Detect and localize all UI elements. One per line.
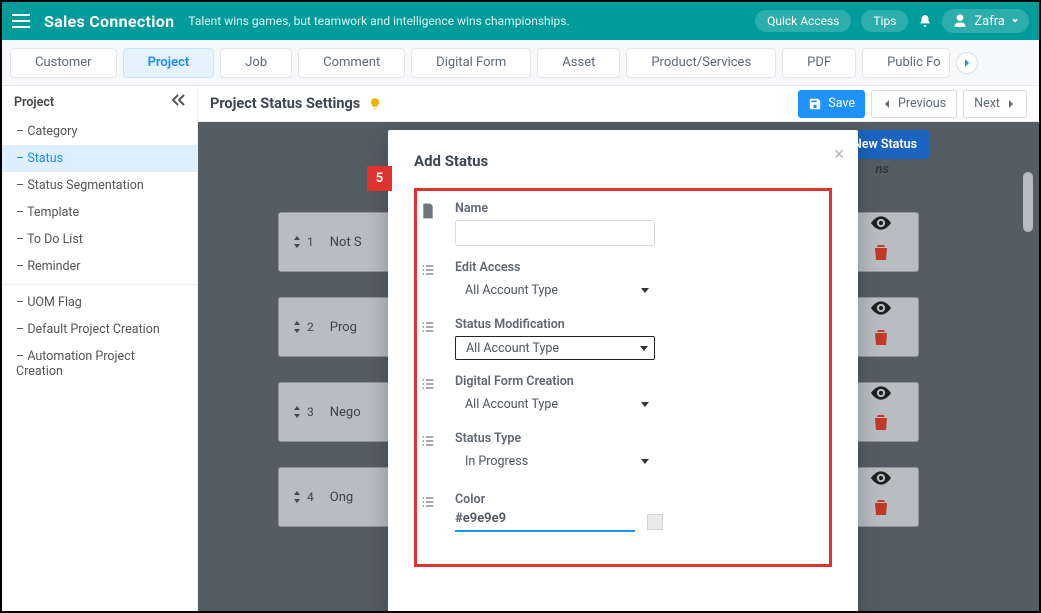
quick-access-button[interactable]: Quick Access: [755, 10, 851, 32]
avatar-icon: [952, 13, 968, 29]
eye-icon[interactable]: [871, 301, 891, 315]
row-order[interactable]: 3: [293, 405, 314, 419]
status-modification-select[interactable]: All Account Type: [455, 336, 655, 360]
save-icon: [808, 97, 822, 111]
sort-icon: [293, 406, 301, 418]
digital-form-creation-select[interactable]: All Account Type: [455, 393, 655, 417]
chevron-right-icon: [962, 58, 972, 68]
category-tabs: Customer Project Job Comment Digital For…: [2, 40, 1039, 86]
row-name: Ong: [330, 490, 353, 505]
row-order[interactable]: 4: [293, 490, 314, 504]
sidebar-item-default-project-creation[interactable]: – Default Project Creation: [2, 316, 197, 343]
status-modification-label: Status Modification: [455, 317, 819, 332]
color-swatch[interactable]: [647, 514, 663, 530]
add-status-modal: 5 × Add Status Name: [388, 130, 858, 611]
sidebar-item-automation-project-creation[interactable]: – Automation Project Creation: [2, 343, 197, 385]
sidebar-item-status-segmentation[interactable]: – Status Segmentation: [2, 172, 197, 199]
sidebar-item-todo-list[interactable]: – To Do List: [2, 226, 197, 253]
tab-project[interactable]: Project: [123, 48, 215, 78]
color-input[interactable]: #e9e9e9: [455, 511, 819, 532]
tabs-scroll-right[interactable]: [956, 52, 978, 74]
row-name: Prog: [330, 320, 357, 335]
sidebar-item-status[interactable]: – Status: [2, 145, 197, 172]
chevron-down-icon: [641, 288, 649, 293]
tab-job[interactable]: Job: [220, 48, 292, 78]
status-type-label: Status Type: [455, 431, 819, 446]
trash-icon[interactable]: [874, 414, 888, 430]
sort-icon: [293, 491, 301, 503]
tab-public-form[interactable]: Public Fo: [862, 48, 950, 78]
trash-icon[interactable]: [874, 329, 888, 345]
sidebar-item-uom-flag[interactable]: – UOM Flag: [2, 289, 197, 316]
sort-icon: [293, 321, 301, 333]
triangle-left-icon: [882, 99, 892, 109]
sidebar-item-reminder[interactable]: – Reminder: [2, 253, 197, 280]
sidebar-collapse-icon[interactable]: [171, 94, 185, 110]
name-label: Name: [455, 201, 819, 216]
page-title: Project Status Settings: [210, 95, 360, 112]
menu-icon[interactable]: [12, 14, 30, 28]
row-order[interactable]: 1: [293, 235, 314, 249]
edit-access-label: Edit Access: [455, 260, 819, 275]
close-icon[interactable]: ×: [834, 144, 844, 165]
document-icon: [417, 203, 439, 219]
tab-asset[interactable]: Asset: [537, 48, 620, 78]
tab-product-services[interactable]: Product/Services: [626, 48, 776, 78]
column-actions: ns: [875, 162, 889, 177]
color-label: Color: [455, 492, 819, 507]
content-area: Project Status Settings Save Previous Ne…: [198, 86, 1039, 611]
tagline: Talent wins games, but teamwork and inte…: [188, 14, 569, 28]
scrollbar[interactable]: [1023, 172, 1037, 607]
user-menu[interactable]: Zafra: [942, 9, 1029, 33]
sidebar-item-category[interactable]: – Category: [2, 118, 197, 145]
brand-logo: Sales Connection: [44, 12, 174, 31]
tab-digital-form[interactable]: Digital Form: [411, 48, 531, 78]
digital-form-creation-label: Digital Form Creation: [455, 374, 819, 389]
sidebar-heading: Project: [14, 95, 54, 110]
list-icon: [417, 494, 439, 510]
chevron-down-icon: [1011, 17, 1019, 25]
tab-comment[interactable]: Comment: [298, 48, 405, 78]
status-type-select[interactable]: In Progress: [455, 450, 655, 474]
user-name: Zafra: [974, 14, 1005, 29]
color-value: #e9e9e9: [455, 511, 635, 526]
topbar: Sales Connection Talent wins games, but …: [2, 2, 1039, 40]
list-icon: [417, 376, 439, 392]
next-button[interactable]: Next: [963, 90, 1027, 118]
row-order[interactable]: 2: [293, 320, 314, 334]
eye-icon[interactable]: [871, 471, 891, 485]
chevron-down-icon: [641, 402, 649, 407]
tab-pdf[interactable]: PDF: [782, 48, 856, 78]
form-highlight: Name Edit Access All Account Type: [414, 188, 832, 567]
list-icon: [417, 433, 439, 449]
save-button[interactable]: Save: [798, 90, 865, 118]
lightbulb-icon[interactable]: [368, 97, 382, 111]
name-input[interactable]: [455, 220, 655, 246]
chevron-down-icon: [641, 459, 649, 464]
bell-icon[interactable]: [918, 14, 932, 28]
row-name: Not S: [330, 235, 362, 250]
eye-icon[interactable]: [871, 216, 891, 230]
scrollbar-thumb[interactable]: [1023, 172, 1033, 232]
edit-access-select[interactable]: All Account Type: [455, 279, 655, 303]
previous-button[interactable]: Previous: [871, 90, 957, 118]
sidebar: Project – Category – Status – Status Seg…: [2, 86, 198, 611]
triangle-right-icon: [1006, 99, 1016, 109]
tab-customer[interactable]: Customer: [10, 48, 117, 78]
trash-icon[interactable]: [874, 244, 888, 260]
sort-icon: [293, 236, 301, 248]
content-body: Add New Status Nam ns 1 Not S 2: [198, 122, 1039, 611]
modal-title: Add Status: [414, 152, 832, 170]
list-icon: [417, 262, 439, 278]
chevron-down-icon: [640, 346, 648, 351]
sidebar-item-template[interactable]: – Template: [2, 199, 197, 226]
row-name: Nego: [330, 405, 361, 420]
list-icon: [417, 319, 439, 335]
tips-button[interactable]: Tips: [861, 10, 908, 32]
trash-icon[interactable]: [874, 499, 888, 515]
step-callout: 5: [367, 166, 392, 191]
eye-icon[interactable]: [871, 386, 891, 400]
